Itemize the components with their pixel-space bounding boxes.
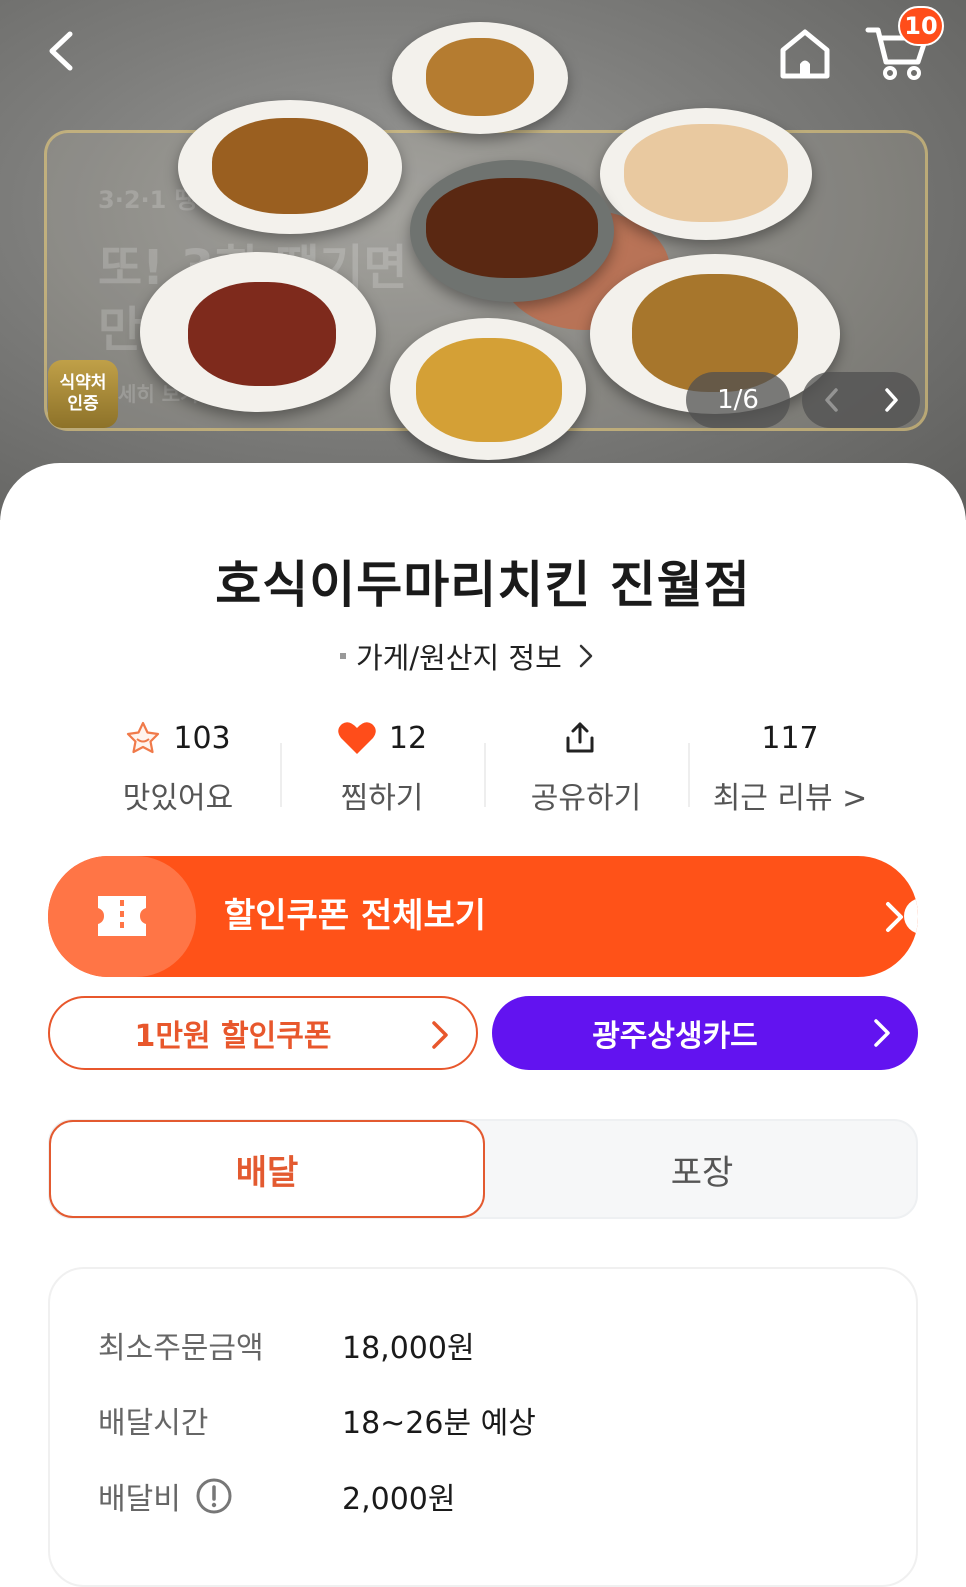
delivery-time-row: 배달시간 18~26분 예상 [98, 1398, 536, 1442]
stat-tasty[interactable]: 103 맛있어요 [76, 715, 280, 817]
stat-tasty-label: 맛있어요 [122, 781, 234, 816]
store-origin-info-link[interactable]: 가게/원산지 정보 [340, 636, 600, 676]
delivery-time-label: 배달시간 [98, 1406, 209, 1441]
bullet-dot [340, 653, 346, 659]
cert-badge-line1: 식약처 [59, 373, 107, 393]
all-coupons-button[interactable]: 할인쿠폰 전체보기 [48, 856, 918, 977]
chicken-plate-image [392, 22, 568, 134]
back-button[interactable] [40, 26, 86, 76]
chevron-left-icon [824, 388, 838, 412]
share-icon [566, 722, 594, 753]
tab-delivery[interactable]: 배달 [49, 1120, 485, 1218]
all-coupons-label: 할인쿠폰 전체보기 [224, 896, 487, 936]
ticket-notch [904, 898, 918, 934]
stat-favorite-label: 찜하기 [340, 781, 424, 816]
coupon-10k-button[interactable]: 1만원 할인쿠폰 [48, 996, 478, 1070]
slide-nav [802, 372, 920, 428]
store-name: 호식이두마리치킨 진월점 [215, 556, 751, 614]
local-card-label: 광주상생카드 [592, 1019, 758, 1054]
local-card-button[interactable]: 광주상생카드 [492, 996, 918, 1070]
chevron-right-icon [432, 1021, 448, 1049]
chevron-left-icon [49, 31, 73, 71]
delivery-fee-label: 배달비 [98, 1482, 181, 1517]
chevron-right-icon [884, 388, 898, 412]
delivery-fee-row: 배달비 2,000원 [98, 1474, 455, 1518]
star-badge-icon [127, 721, 160, 754]
next-slide-button[interactable] [868, 377, 914, 423]
stat-favorite[interactable]: 12 찜하기 [280, 715, 484, 816]
heart-icon [338, 722, 376, 754]
delivery-fee-label-wrap: 배달비 [98, 1474, 342, 1518]
min-order-label: 최소주문금액 [98, 1331, 264, 1366]
delivery-fee-value: 2,000원 [342, 1482, 456, 1517]
chevron-right-icon [579, 644, 592, 668]
chicken-plate-image [410, 160, 614, 302]
stat-recent-reviews[interactable]: 117 최근 리뷰 > [688, 715, 892, 816]
order-mode-toggle: 배달 포장 [48, 1119, 918, 1219]
food-safety-cert-badge: 식약처 인증 [48, 360, 118, 428]
stat-share-label: 공유하기 [530, 781, 642, 816]
info-circle-icon [196, 1478, 232, 1514]
stat-tasty-value: 103 [173, 720, 231, 756]
hero-image-carousel[interactable]: 3·2·1 땡! 또! 3회 땡기면 만원 세히 보기 [0, 0, 966, 520]
ticket-icon [98, 896, 146, 936]
cart-count-badge: 10 [898, 6, 944, 46]
home-icon [780, 29, 830, 79]
delivery-info-card: 최소주문금액 18,000원 배달시간 18~26분 예상 배달비 2,000원 [48, 1267, 918, 1587]
min-order-value: 18,000원 [342, 1331, 475, 1366]
chicken-plate-image [600, 108, 812, 240]
stat-share[interactable]: 공유하기 [484, 715, 688, 816]
chevron-right-icon [874, 1019, 890, 1047]
tab-pickup[interactable]: 포장 [486, 1121, 918, 1217]
chevron-right-icon [886, 902, 903, 932]
chicken-plate-image [178, 100, 402, 234]
slide-counter: 1/6 [686, 372, 790, 428]
chicken-plate-image [390, 318, 586, 460]
home-button[interactable] [776, 24, 834, 82]
min-order-row: 최소주문금액 18,000원 [98, 1323, 475, 1367]
delivery-time-value: 18~26분 예상 [342, 1406, 536, 1441]
cert-badge-line2: 인증 [67, 394, 99, 414]
prev-slide-button[interactable] [809, 377, 855, 423]
delivery-fee-info-button[interactable] [195, 1477, 233, 1515]
stat-reviews-label: 최근 리뷰 > [712, 781, 868, 816]
chicken-plate-image [140, 252, 376, 412]
stat-reviews-value: 117 [761, 720, 819, 756]
store-stats: 103 맛있어요 12 찜하기 공유하기 117 최근 리뷰 > [76, 715, 892, 817]
store-origin-info-label: 가게/원산지 정보 [356, 641, 562, 675]
coupon-10k-label: 1만원 할인쿠폰 [134, 1019, 332, 1054]
stat-favorite-value: 12 [388, 720, 428, 756]
